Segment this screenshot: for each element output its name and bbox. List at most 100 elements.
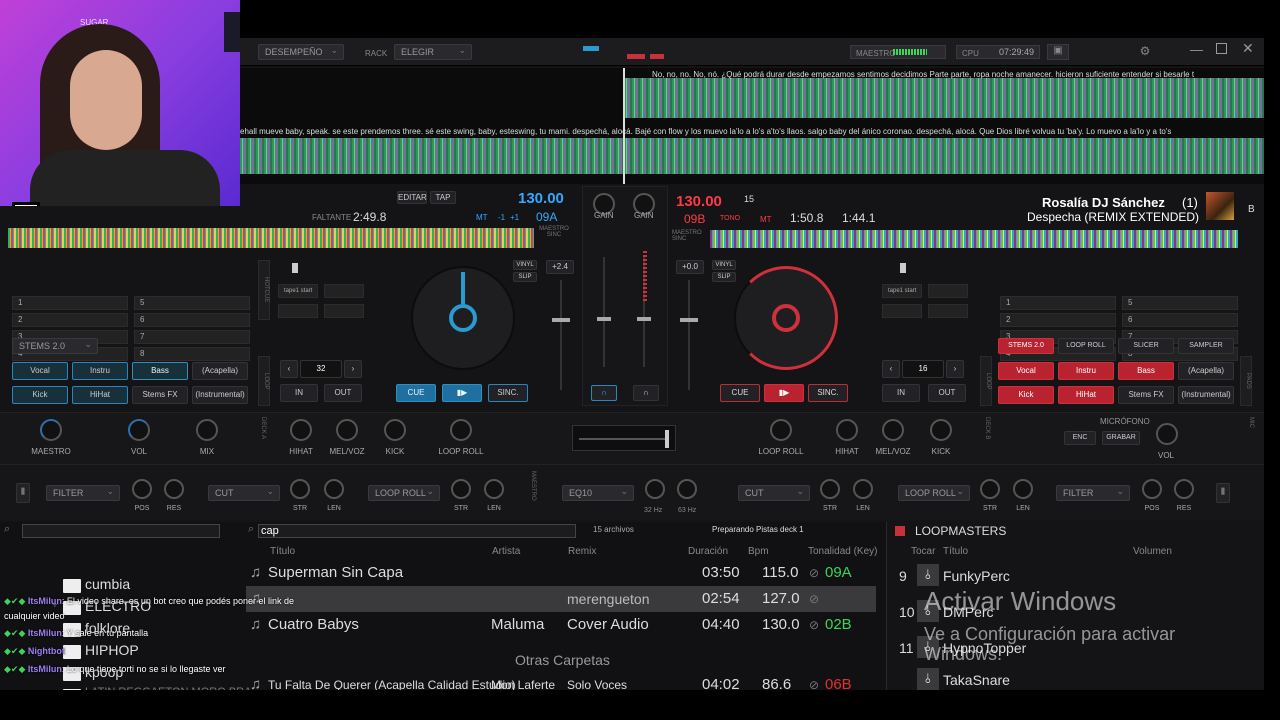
fx-knob[interactable] <box>384 419 406 441</box>
loop-half-button[interactable]: ‹ <box>280 360 298 378</box>
hotcue-slot[interactable]: 8 <box>134 347 250 361</box>
folder-search-input[interactable] <box>22 524 220 538</box>
stems-preset-select[interactable]: STEMS 2.0 <box>12 337 98 354</box>
slip-button[interactable]: SLIP <box>513 272 537 282</box>
gear-icon[interactable]: ⚙ <box>1136 44 1154 60</box>
deck-b-cue-button[interactable]: CUE <box>720 384 760 402</box>
fx-knob[interactable] <box>336 419 358 441</box>
stem-pad[interactable]: Stems FX <box>1118 386 1174 404</box>
pad-slot-3[interactable] <box>278 304 318 318</box>
hotcue-slot[interactable]: 5 <box>134 296 250 310</box>
stem-pad[interactable]: Instru <box>1058 362 1114 380</box>
hotcue-slot[interactable]: 2 <box>12 313 128 327</box>
track-search-input[interactable]: cap <box>258 524 576 538</box>
pad-slot-4[interactable] <box>324 304 364 318</box>
filter-select[interactable]: CUT <box>738 484 810 501</box>
filter-knob[interactable] <box>1142 479 1162 499</box>
pad-slot-b-3[interactable] <box>882 304 922 318</box>
volume-fader-right-handle[interactable] <box>637 317 651 321</box>
filter-knob[interactable] <box>290 479 310 499</box>
minimize-icon[interactable]: — <box>1190 42 1203 57</box>
pad-slot-b-2[interactable] <box>928 284 968 298</box>
col-title[interactable]: Título <box>270 546 295 557</box>
stem-pad[interactable]: Instru <box>72 362 128 380</box>
headphone-right-icon[interactable]: ∩ <box>633 385 659 401</box>
stem-pad[interactable]: Bass <box>1118 362 1174 380</box>
filter-knob[interactable] <box>484 479 504 499</box>
loop-double-b-button[interactable]: › <box>946 360 964 378</box>
pitch-fader-b[interactable] <box>688 280 690 390</box>
col-key[interactable]: Tonalidad (Key) <box>808 546 877 557</box>
pad-mode-tab[interactable]: STEMS 2.0 <box>998 338 1054 354</box>
pad-mode-tab[interactable]: LOOP ROLL <box>1058 338 1114 354</box>
pad-slot-2[interactable] <box>324 284 364 298</box>
hotcue-slot[interactable]: 6 <box>1122 313 1238 327</box>
fx-knob[interactable] <box>290 419 312 441</box>
slip-button-b[interactable]: SLIP <box>712 272 736 282</box>
deck-a-master-sync[interactable]: MAESTRO SINC <box>534 226 574 246</box>
pitch-fader[interactable] <box>560 280 562 390</box>
stem-pad[interactable]: Kick <box>12 386 68 404</box>
filter-select[interactable]: CUT <box>208 484 280 501</box>
deck-a-mt[interactable]: MT <box>476 213 488 222</box>
eq-select[interactable]: EQ10 <box>562 484 634 501</box>
col-artist[interactable]: Artista <box>492 546 520 557</box>
stem-pad[interactable]: Stems FX <box>132 386 188 404</box>
fx-knob[interactable] <box>882 419 904 441</box>
crossfader-handle[interactable] <box>665 430 669 448</box>
stem-pad[interactable]: (Acapella) <box>192 362 248 380</box>
fx-knob[interactable] <box>450 419 472 441</box>
stem-pad[interactable]: Vocal <box>998 362 1054 380</box>
track-row[interactable]: ♫ merengueton 02:54 127.0 ⊘ <box>246 586 876 612</box>
filter-select[interactable]: LOOP ROLL <box>898 484 970 501</box>
vinyl-button[interactable]: VINYL <box>513 260 537 270</box>
edit-bpm-button[interactable]: EDITAR <box>397 191 427 204</box>
deck-a-cue-button[interactable]: CUE <box>396 384 436 402</box>
filter-knob[interactable] <box>820 479 840 499</box>
loop-double-button[interactable]: › <box>344 360 362 378</box>
track-row[interactable]: ♫ Superman Sin Capa 03:50 115.0 ⊘ 09A <box>246 560 876 586</box>
maximize-icon[interactable] <box>1216 43 1227 54</box>
layout-mode-select[interactable]: DESEMPEÑO <box>258 43 344 60</box>
eq-knob-32[interactable] <box>645 479 665 499</box>
filter-select[interactable]: FILTER <box>46 484 120 501</box>
stem-pad[interactable]: Kick <box>998 386 1054 404</box>
loop-half-b-button[interactable]: ‹ <box>882 360 900 378</box>
col-bpm[interactable]: Bpm <box>748 546 769 557</box>
filter-knob[interactable] <box>1174 479 1194 499</box>
tap-bpm-button[interactable]: TAP <box>430 191 456 204</box>
deck-b-play-pause-button[interactable]: ▮▶ <box>764 384 804 402</box>
folder-item[interactable]: cumbia <box>85 576 130 592</box>
deck-a-sync-button[interactable]: SINC. <box>488 384 528 402</box>
mixer-knob[interactable] <box>40 419 62 441</box>
mixer-knob[interactable] <box>196 419 218 441</box>
deck-b-jog-wheel[interactable] <box>734 266 838 370</box>
crossfader[interactable] <box>572 425 676 451</box>
volume-fader-left-handle[interactable] <box>597 317 611 321</box>
calendar-icon[interactable]: ▣ <box>1047 44 1069 60</box>
eq-knob-63[interactable] <box>677 479 697 499</box>
pad-slot-b-4[interactable] <box>928 304 968 318</box>
fx-knob[interactable] <box>930 419 952 441</box>
hotcue-slot[interactable]: 5 <box>1122 296 1238 310</box>
deck-b-tono[interactable]: TONO <box>720 215 740 222</box>
pad-mode-tab[interactable]: SAMPLER <box>1178 338 1234 354</box>
play-sample-icon[interactable]: ⫰ <box>917 668 939 690</box>
stem-pad[interactable]: HiHat <box>1058 386 1114 404</box>
filter-knob[interactable] <box>1013 479 1033 499</box>
loop-out-b-button[interactable]: OUT <box>928 384 966 402</box>
deck-b-sync-button[interactable]: SINC. <box>808 384 848 402</box>
hotcue-slot[interactable]: 1 <box>1000 296 1116 310</box>
filter-toggle[interactable]: ⫼ <box>16 483 30 503</box>
deck-a-overview-waveform[interactable] <box>8 228 534 248</box>
pad-mode-tab[interactable]: SLICER <box>1118 338 1174 354</box>
vinyl-button-b[interactable]: VINYL <box>712 260 736 270</box>
col-duration[interactable]: Duración <box>688 546 728 557</box>
folder-item[interactable]: HIPHOP <box>85 642 139 658</box>
deck-a-jog-wheel[interactable] <box>411 266 515 370</box>
filter-knob[interactable] <box>853 479 873 499</box>
col-remix[interactable]: Remix <box>568 546 596 557</box>
stem-pad[interactable]: Vocal <box>12 362 68 380</box>
pitch-fader-handle[interactable] <box>552 318 570 322</box>
filter-knob[interactable] <box>132 479 152 499</box>
